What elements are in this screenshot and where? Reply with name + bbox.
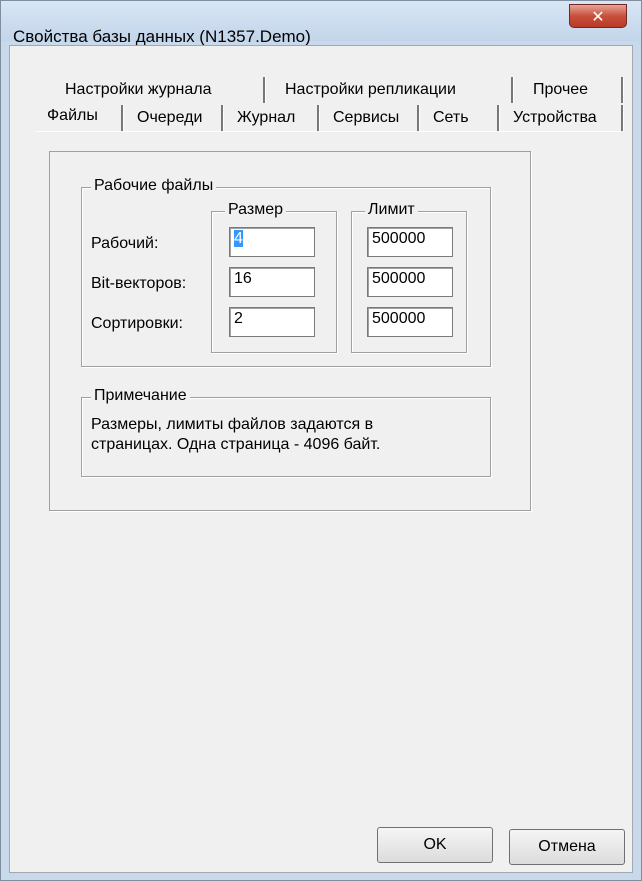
note-line-1: Размеры, лимиты файлов задаются в	[91, 416, 374, 433]
close-button[interactable]: ✕	[569, 4, 627, 28]
note-line-2: страницах. Одна страница - 4096 байт.	[91, 436, 381, 453]
work-files-legend: Рабочие файлы	[91, 177, 217, 195]
tab-separator	[121, 105, 124, 131]
window-title: Свойства базы данных (N1357.Demo)	[13, 27, 311, 46]
tab-baseline	[35, 131, 621, 132]
size-sorting-input[interactable]: 2	[229, 307, 315, 337]
limit-sorting-input[interactable]: 500000	[367, 307, 453, 337]
size-header: Размер	[225, 201, 286, 219]
tab-log-settings[interactable]: Настройки журнала	[65, 81, 211, 99]
tab-devices[interactable]: Устройства	[513, 109, 597, 127]
tab-replication-settings[interactable]: Настройки репликации	[285, 81, 456, 99]
title-bar: Свойства базы данных (N1357.Demo) ✕	[1, 1, 641, 46]
tab-other[interactable]: Прочее	[533, 81, 588, 99]
ok-button[interactable]: OK	[377, 827, 493, 863]
tab-separator	[221, 105, 224, 131]
tab-journal[interactable]: Журнал	[237, 109, 295, 127]
tab-separator	[317, 105, 320, 131]
close-icon: ✕	[591, 6, 605, 26]
note-legend: Примечание	[91, 387, 190, 405]
tab-services[interactable]: Сервисы	[333, 109, 399, 127]
properties-dialog: Свойства базы данных (N1357.Demo) ✕ Наст…	[0, 0, 642, 881]
row-label-sorting: Сортировки:	[91, 315, 183, 332]
size-bitvectors-input[interactable]: 16	[229, 267, 315, 297]
row-label-work: Рабочий:	[91, 235, 159, 252]
tab-separator	[497, 105, 500, 131]
tab-separator	[417, 105, 420, 131]
tab-separator	[621, 105, 624, 131]
tab-separator	[621, 77, 624, 103]
limit-header: Лимит	[365, 201, 418, 219]
limit-work-input[interactable]: 500000	[367, 227, 453, 257]
cancel-button[interactable]: Отмена	[509, 829, 625, 865]
tab-queues[interactable]: Очереди	[137, 109, 202, 127]
size-work-input[interactable]: 4	[229, 227, 315, 257]
tab-network[interactable]: Сеть	[433, 109, 469, 127]
limit-bitvectors-input[interactable]: 500000	[367, 267, 453, 297]
tab-separator	[511, 77, 514, 103]
tab-files[interactable]: Файлы	[47, 107, 98, 125]
row-label-bitvectors: Bit-векторов:	[91, 275, 187, 292]
tab-separator	[263, 77, 266, 103]
